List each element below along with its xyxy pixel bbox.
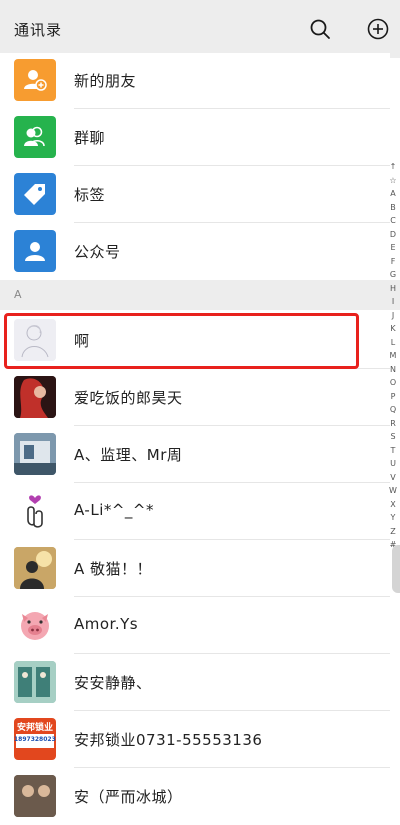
index-letter[interactable]: L bbox=[386, 336, 400, 350]
divider bbox=[74, 767, 390, 768]
divider bbox=[74, 482, 390, 483]
contact-name: 安安静静、 bbox=[74, 674, 152, 692]
index-letter[interactable]: I bbox=[386, 295, 400, 309]
contact-item[interactable]: 安（严而冰城） bbox=[0, 769, 390, 825]
index-letter[interactable]: V bbox=[386, 471, 400, 485]
contact-name: A-Li*^_^* bbox=[74, 501, 155, 519]
index-letter[interactable]: W bbox=[386, 484, 400, 498]
index-letter[interactable]: ☆ bbox=[386, 174, 400, 188]
highlight-box bbox=[4, 313, 359, 369]
search-icon[interactable] bbox=[308, 17, 332, 41]
avatar bbox=[14, 775, 56, 817]
pig-icon bbox=[14, 604, 56, 646]
index-letter[interactable]: U bbox=[386, 457, 400, 471]
alphabet-index[interactable]: ↑ ☆ A B C D E F G H I J K L M N O P Q R S T U V W X Y Z # bbox=[386, 160, 400, 680]
group-chat-icon bbox=[14, 116, 56, 158]
index-letter[interactable]: X bbox=[386, 498, 400, 512]
contact-name: Amor.Ys bbox=[74, 615, 139, 633]
index-letter[interactable]: E bbox=[386, 241, 400, 255]
divider bbox=[74, 222, 390, 223]
divider bbox=[74, 710, 390, 711]
official-accounts-label: 公众号 bbox=[74, 243, 121, 261]
index-letter[interactable]: Q bbox=[386, 403, 400, 417]
divider bbox=[74, 165, 390, 166]
avatar-text: 安邦锁业 bbox=[16, 723, 53, 733]
index-letter[interactable]: ↑ bbox=[386, 160, 400, 174]
official-accounts-item[interactable]: 公众号 bbox=[0, 224, 390, 280]
avatar bbox=[14, 376, 56, 418]
contact-name: 安邦锁业0731-55553136 bbox=[74, 731, 263, 749]
tags-label: 标签 bbox=[74, 186, 106, 204]
index-letter[interactable]: G bbox=[386, 268, 400, 282]
index-letter[interactable]: C bbox=[386, 214, 400, 228]
contact-name: 安（严而冰城） bbox=[74, 788, 183, 806]
index-letter[interactable]: M bbox=[386, 349, 400, 363]
index-letter[interactable]: J bbox=[386, 309, 400, 323]
contact-item[interactable]: A 敬猫！！ bbox=[0, 541, 390, 597]
section-letter: A bbox=[14, 288, 22, 301]
add-circle-icon[interactable] bbox=[366, 17, 390, 41]
contact-item[interactable]: 安邦锁业 18973280232 安邦锁业0731-55553136 bbox=[0, 712, 390, 768]
index-letter[interactable]: N bbox=[386, 363, 400, 377]
contact-item[interactable]: A-Li*^_^* bbox=[0, 484, 390, 540]
index-letter[interactable]: D bbox=[386, 228, 400, 242]
contact-item[interactable]: 爱吃饭的郎昊天 bbox=[0, 370, 390, 426]
tag-icon bbox=[14, 173, 56, 215]
divider bbox=[74, 539, 390, 540]
group-chats-item[interactable]: 群聊 bbox=[0, 110, 390, 166]
scrollbar-thumb[interactable] bbox=[392, 545, 400, 593]
official-account-icon bbox=[14, 230, 56, 272]
avatar bbox=[14, 661, 56, 703]
tags-item[interactable]: 标签 bbox=[0, 167, 390, 223]
divider bbox=[74, 653, 390, 654]
index-letter[interactable]: O bbox=[386, 376, 400, 390]
new-friends-item[interactable]: 新的朋友 bbox=[0, 53, 390, 109]
avatar-text: 18973280232 bbox=[14, 736, 56, 743]
contact-name: A 敬猫！！ bbox=[74, 560, 153, 578]
contact-name: 爱吃饭的郎昊天 bbox=[74, 389, 183, 407]
section-header-a: A bbox=[0, 280, 400, 310]
index-letter[interactable]: B bbox=[386, 201, 400, 215]
avatar: 安邦锁业 18973280232 bbox=[14, 718, 56, 760]
index-letter[interactable]: H bbox=[386, 282, 400, 296]
divider bbox=[74, 425, 390, 426]
index-letter[interactable]: Y bbox=[386, 511, 400, 525]
index-letter[interactable]: P bbox=[386, 390, 400, 404]
finger-heart-icon bbox=[14, 490, 56, 532]
index-letter[interactable]: K bbox=[386, 322, 400, 336]
contact-item[interactable]: 安安静静、 bbox=[0, 655, 390, 711]
top-bar: 通讯录 bbox=[0, 0, 400, 58]
divider bbox=[74, 596, 390, 597]
divider bbox=[74, 108, 390, 109]
index-letter[interactable]: T bbox=[386, 444, 400, 458]
index-letter[interactable]: A bbox=[386, 187, 400, 201]
contact-name: A、监理、Mr周 bbox=[74, 446, 183, 464]
group-chats-label: 群聊 bbox=[74, 129, 106, 147]
index-letter[interactable]: S bbox=[386, 430, 400, 444]
new-friends-label: 新的朋友 bbox=[74, 72, 137, 90]
index-letter[interactable]: R bbox=[386, 417, 400, 431]
page-title: 通讯录 bbox=[14, 21, 63, 39]
index-letter[interactable]: Z bbox=[386, 525, 400, 539]
avatar bbox=[14, 433, 56, 475]
index-letter[interactable]: F bbox=[386, 255, 400, 269]
avatar bbox=[14, 547, 56, 589]
contact-item[interactable]: Amor.Ys bbox=[0, 598, 390, 654]
add-friend-icon bbox=[14, 59, 56, 101]
contact-item[interactable]: A、监理、Mr周 bbox=[0, 427, 390, 483]
